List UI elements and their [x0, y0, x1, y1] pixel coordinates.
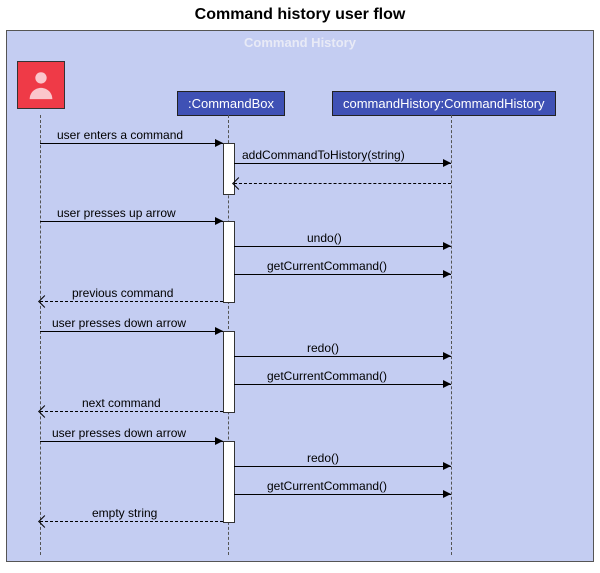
arrow	[40, 221, 223, 222]
msg-label: user presses down arrow	[52, 316, 186, 330]
msg-label: redo()	[307, 451, 339, 465]
activation-bar	[223, 331, 235, 413]
arrow	[234, 466, 451, 467]
arrow-return	[40, 301, 223, 302]
arrow-head-icon	[443, 352, 451, 360]
msg-label: empty string	[92, 506, 157, 520]
lifeline-commandhistory	[451, 115, 452, 555]
arrow-head-icon	[443, 462, 451, 470]
activation-bar	[223, 143, 235, 195]
arrow-head-icon	[215, 437, 223, 445]
arrow	[40, 331, 223, 332]
diagram-title: Command history user flow	[0, 0, 600, 30]
arrow	[234, 163, 451, 164]
arrow	[234, 384, 451, 385]
arrow-head-icon	[215, 139, 223, 147]
participant-commandbox: :CommandBox	[177, 91, 285, 116]
msg-label: undo()	[307, 231, 342, 245]
msg-label: previous command	[72, 286, 173, 300]
arrow-head-icon	[215, 217, 223, 225]
msg-label: getCurrentCommand()	[267, 479, 387, 493]
arrow-return	[234, 183, 451, 184]
frame-label: Command History	[244, 35, 356, 50]
activation-bar	[223, 221, 235, 303]
msg-label: user enters a command	[57, 128, 183, 142]
msg-label: getCurrentCommand()	[267, 259, 387, 273]
arrow-head-icon	[443, 490, 451, 498]
arrow-return	[40, 521, 223, 522]
actor-icon	[17, 61, 65, 109]
arrow	[234, 274, 451, 275]
msg-label: next command	[82, 396, 161, 410]
sequence-frame: Command History :CommandBox commandHisto…	[6, 30, 594, 562]
msg-label: addCommandToHistory(string)	[242, 148, 405, 162]
msg-label: user presses down arrow	[52, 426, 186, 440]
arrow	[40, 143, 223, 144]
msg-label: getCurrentCommand()	[267, 369, 387, 383]
msg-label: user presses up arrow	[57, 206, 176, 220]
activation-bar	[223, 441, 235, 523]
arrow	[234, 246, 451, 247]
participant-commandhistory: commandHistory:CommandHistory	[332, 91, 556, 116]
arrow	[234, 494, 451, 495]
arrow-head-icon	[443, 380, 451, 388]
arrow-head-icon	[443, 270, 451, 278]
arrow	[234, 356, 451, 357]
lifeline-actor	[40, 115, 41, 555]
arrow	[40, 441, 223, 442]
msg-label: redo()	[307, 341, 339, 355]
arrow-return	[40, 411, 223, 412]
arrow-head-icon	[443, 242, 451, 250]
arrow-head-icon	[215, 327, 223, 335]
arrow-head-icon	[443, 159, 451, 167]
